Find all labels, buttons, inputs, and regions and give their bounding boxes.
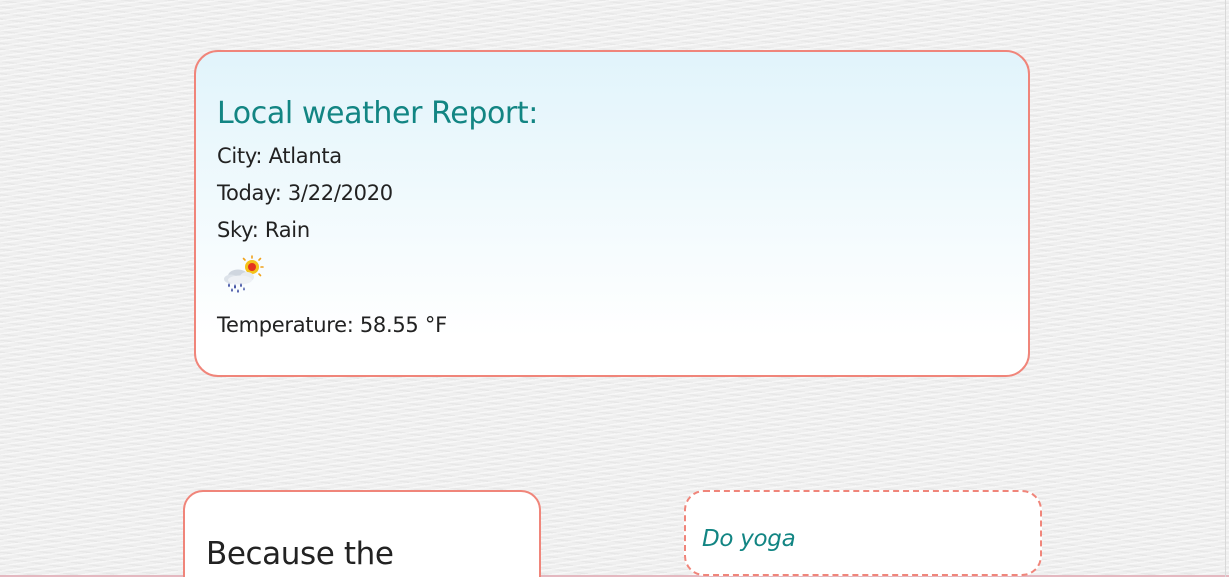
weather-report-card: Local weather Report: City: Atlanta Toda…	[194, 50, 1030, 377]
note-card: Because the	[183, 490, 541, 577]
scrollbar-edge	[1225, 0, 1226, 577]
todo-item[interactable]: Do yoga	[702, 525, 1024, 553]
todo-card[interactable]: Do yoga	[684, 490, 1042, 576]
weather-city: City: Atlanta	[217, 144, 342, 168]
weather-date: Today: 3/22/2020	[217, 181, 393, 205]
weather-sky: Sky: Rain	[217, 218, 310, 242]
note-text: Because the	[206, 536, 394, 572]
weather-temperature: Temperature: 58.55 °F	[217, 313, 447, 337]
rain-cloud-sun-icon	[219, 255, 265, 295]
weather-title: Local weather Report:	[217, 96, 538, 131]
